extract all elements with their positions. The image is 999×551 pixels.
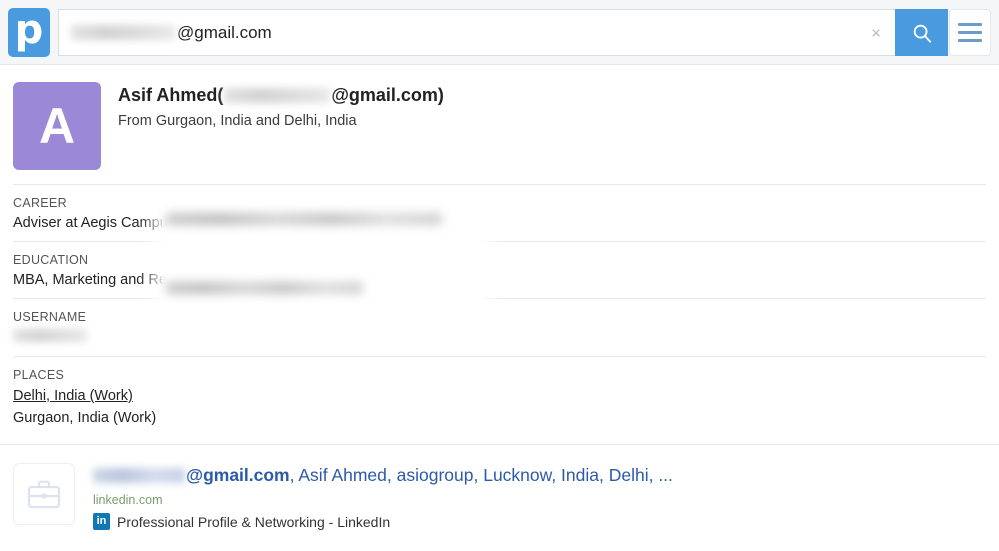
result-title-rest: , Asif Ahmed, asiogroup, Lucknow, India,… [289,465,673,485]
section-label-education: EDUCATION [13,253,89,267]
hamburger-line-1 [958,23,982,26]
section-value-education: MBA, Marketing and Re [13,272,167,288]
profile-name-paren-open: ( [217,85,224,105]
search-bar: @gmail.com × [58,9,948,56]
profile-header: A Asif Ahmed ( @gmail.com ) From Gurgaon… [0,65,999,184]
section-value-career: Adviser at Aegis Campu [13,215,168,231]
profile-text-block: Asif Ahmed ( @gmail.com ) From Gurgaon, … [101,82,444,129]
linkedin-icon: in [93,513,110,530]
profile-name-paren-close: ) [437,85,444,105]
profile-name: Asif Ahmed ( @gmail.com ) [118,85,444,106]
search-input[interactable]: @gmail.com × [58,9,895,56]
app-header: p @gmail.com × [0,0,999,65]
pipl-logo[interactable]: p [8,8,50,57]
hamburger-line-2 [958,31,982,34]
search-query-suffix: @gmail.com [177,22,272,42]
result-body: @gmail.com, Asif Ahmed, asiogroup, Luckn… [75,463,673,530]
section-places: PLACES Delhi, India (Work) Gurgaon, Indi… [13,357,986,436]
search-result-item[interactable]: @gmail.com, Asif Ahmed, asiogroup, Luckn… [0,445,999,530]
profile-name-text: Asif Ahmed [118,85,218,105]
search-input-value: @gmail.com [59,23,272,43]
briefcase-icon [27,480,61,509]
result-domain: linkedin.com [93,493,163,507]
result-email-suffix: @gmail.com [186,465,290,485]
redacted-username [13,329,87,342]
place-link-delhi[interactable]: Delhi, India (Work) [13,388,133,404]
search-icon [913,24,931,43]
section-education: EDUCATION MBA, Marketing and Re [13,242,986,298]
hamburger-menu-button[interactable] [949,9,991,56]
redacted-email-local-part [71,25,175,40]
section-career: CAREER Adviser at Aegis Campu [13,185,986,241]
profile-subtitle: From Gurgaon, India and Delhi, India [118,113,357,129]
section-label-username: USERNAME [13,310,87,324]
hamburger-line-3 [958,39,982,42]
profile-sections: CAREER Adviser at Aegis Campu EDUCATION … [0,184,999,436]
section-username: USERNAME [13,299,986,356]
section-label-places: PLACES [13,368,65,382]
section-label-career: CAREER [13,196,67,210]
clear-search-icon[interactable]: × [871,24,881,41]
search-button[interactable] [895,9,948,56]
result-title-link[interactable]: @gmail.com, Asif Ahmed, asiogroup, Luckn… [93,465,673,486]
section-value-username [13,329,986,346]
avatar: A [13,82,101,170]
profile-email-suffix: @gmail.com [331,85,438,105]
redacted-profile-email [224,88,331,103]
result-description-text: Professional Profile & Networking - Link… [117,513,391,530]
redacted-result-email [93,468,185,483]
result-thumbnail [13,463,75,525]
result-description-row: in Professional Profile & Networking - L… [93,513,673,530]
place-gurgaon: Gurgaon, India (Work) [13,410,157,426]
